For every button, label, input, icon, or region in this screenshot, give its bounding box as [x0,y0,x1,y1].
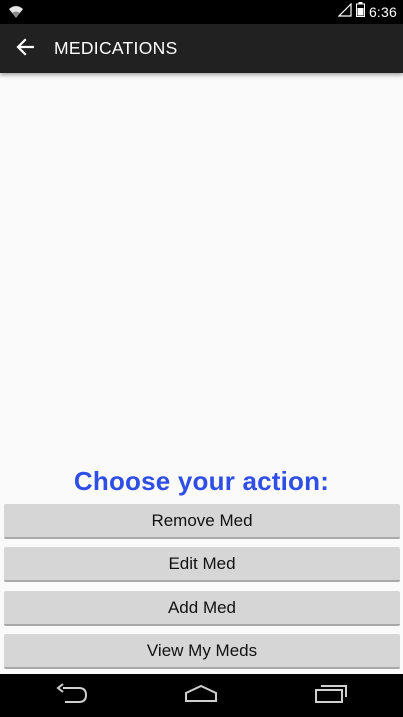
status-bar: 6:36 [0,0,403,24]
page-title: MEDICATIONS [54,38,178,58]
back-button[interactable] [10,34,40,64]
add-med-button[interactable]: Add Med [4,591,400,626]
view-my-meds-button[interactable]: View My Meds [4,634,400,669]
action-heading: Choose your action: [73,466,330,496]
arrow-left-icon [16,37,35,61]
back-nav-button[interactable] [42,681,102,711]
home-nav-button[interactable] [171,681,231,711]
remove-med-button[interactable]: Remove Med [4,504,400,539]
battery-icon [355,2,365,22]
back-nav-icon [55,682,89,710]
wifi-icon [8,4,24,20]
home-nav-icon [183,684,219,709]
signal-icon [337,2,352,22]
app-bar: MEDICATIONS [0,24,403,73]
status-time: 6:36 [368,4,397,20]
navigation-bar [0,674,403,717]
status-right: 6:36 [337,0,397,24]
recents-nav-button[interactable] [301,681,361,711]
main-content: Choose your action: Remove Med Edit Med … [0,73,403,674]
recents-nav-icon [314,684,348,709]
edit-med-button[interactable]: Edit Med [4,547,400,582]
